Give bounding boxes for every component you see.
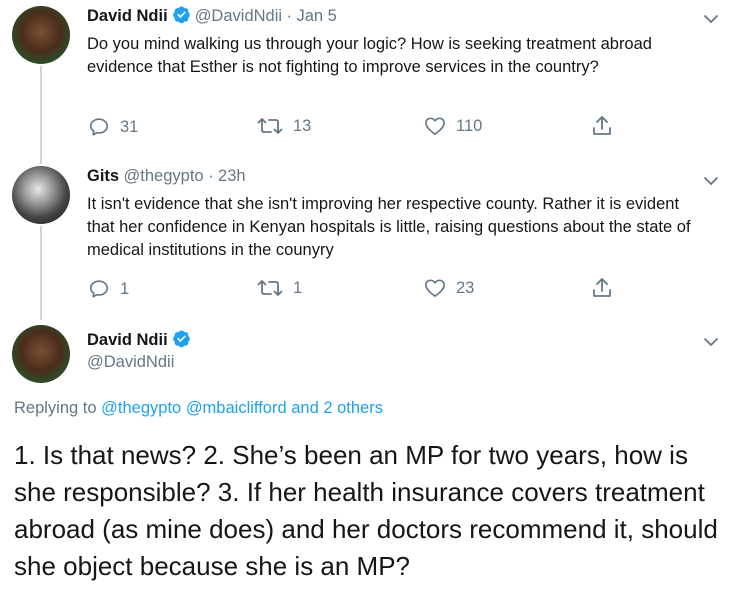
- chevron-down-icon[interactable]: [703, 11, 721, 24]
- mention-link[interactable]: @thegypto: [101, 399, 181, 417]
- reply-count: 31: [120, 117, 139, 136]
- retweet-count: 13: [293, 116, 312, 135]
- reply-count: 1: [120, 279, 130, 298]
- avatar[interactable]: [12, 325, 70, 383]
- share-button[interactable]: [592, 277, 612, 299]
- mention-link[interactable]: @mbaiclifford: [186, 399, 287, 417]
- share-button[interactable]: [592, 115, 612, 137]
- separator: ·: [286, 7, 293, 25]
- share-icon: [592, 277, 612, 299]
- reply-button[interactable]: 31: [88, 116, 138, 138]
- like-count: 23: [456, 278, 475, 297]
- like-button[interactable]: 110: [424, 116, 482, 136]
- timestamp[interactable]: Jan 5: [296, 7, 336, 25]
- like-button[interactable]: 23: [424, 278, 474, 298]
- verified-badge-icon: [172, 5, 191, 29]
- author-name[interactable]: David Ndii: [87, 331, 168, 349]
- retweet-count: 1: [293, 278, 303, 297]
- tweet-header: David Ndii: [87, 329, 195, 353]
- retweet-button[interactable]: 13: [257, 116, 311, 136]
- reply-icon: [88, 278, 110, 300]
- main-tweet-text: 1. Is that news? 2. She’s been an MP for…: [14, 440, 718, 581]
- author-handle[interactable]: @DavidNdii: [87, 353, 174, 372]
- timestamp[interactable]: 23h: [218, 167, 246, 185]
- avatar[interactable]: [12, 6, 70, 64]
- replying-to: Replying to @thegypto @mbaiclifford and …: [14, 399, 383, 418]
- author-handle[interactable]: @thegypto: [124, 167, 204, 185]
- tweet-header: Gits @thegypto · 23h: [87, 167, 246, 186]
- like-icon: [424, 116, 446, 136]
- author-handle[interactable]: @DavidNdii: [195, 7, 282, 25]
- avatar[interactable]: [12, 166, 70, 224]
- tweet-text: Do you mind walking us through your logi…: [87, 35, 652, 76]
- separator: ·: [208, 167, 214, 185]
- reply-button[interactable]: 1: [88, 278, 129, 300]
- share-icon: [592, 115, 612, 137]
- author-name[interactable]: Gits: [87, 167, 119, 185]
- retweet-icon: [257, 278, 283, 298]
- reply-icon: [88, 116, 110, 138]
- others-link[interactable]: and 2 others: [291, 399, 383, 417]
- like-icon: [424, 278, 446, 298]
- replying-prefix: Replying to: [14, 399, 97, 417]
- retweet-button[interactable]: 1: [257, 278, 302, 298]
- tweet-text: It isn't evidence that she isn't improvi…: [87, 195, 691, 259]
- author-name[interactable]: David Ndii: [87, 7, 168, 25]
- thread-line: [40, 226, 42, 320]
- retweet-icon: [257, 116, 283, 136]
- verified-badge-icon: [172, 329, 191, 353]
- chevron-down-icon[interactable]: [703, 173, 721, 186]
- tweet-header: David Ndii @DavidNdii · Jan 5: [87, 5, 337, 29]
- chevron-down-icon[interactable]: [703, 334, 721, 347]
- thread-line: [40, 66, 42, 164]
- like-count: 110: [456, 116, 483, 135]
